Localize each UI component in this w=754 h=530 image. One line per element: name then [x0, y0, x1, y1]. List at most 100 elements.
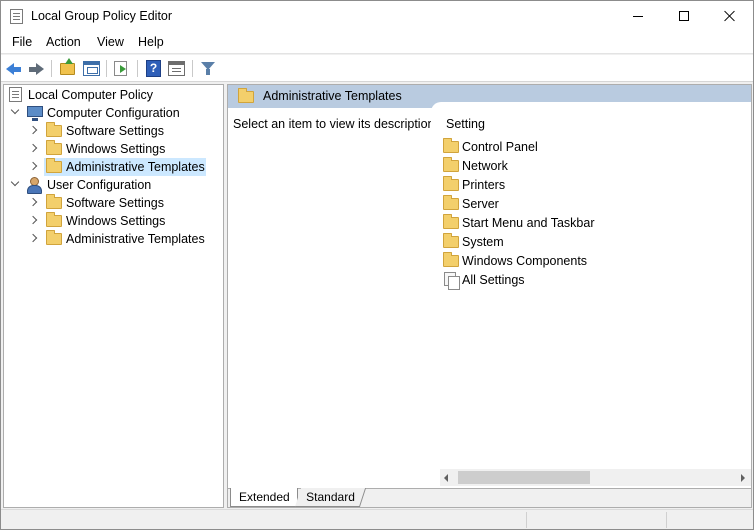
column-header-setting[interactable]: Setting: [446, 117, 485, 131]
minimize-icon: [633, 15, 643, 17]
tree-item-user-windows-settings[interactable]: Windows Settings: [4, 212, 219, 230]
list-item[interactable]: Network: [443, 157, 743, 176]
minimize-button[interactable]: [615, 1, 661, 31]
list-item[interactable]: Windows Components: [443, 252, 743, 271]
up-folder-icon: [60, 58, 75, 75]
menu-help[interactable]: Help: [136, 35, 166, 49]
folder-icon: [46, 158, 62, 173]
forward-arrow-icon: [29, 63, 44, 75]
details-header-title: Administrative Templates: [263, 89, 402, 103]
horizontal-scrollbar[interactable]: [440, 469, 751, 486]
list-item-label: Start Menu and Taskbar: [462, 216, 595, 230]
list-item-label: Control Panel: [462, 140, 538, 154]
window-title: Local Group Policy Editor: [31, 9, 173, 23]
export-list-icon: [114, 61, 127, 76]
show-hide-tree-icon: [83, 61, 100, 76]
tree-item-label: Windows Settings: [66, 214, 166, 228]
scroll-left-icon[interactable]: [444, 474, 448, 482]
tree-item-label: Local Computer Policy: [28, 88, 154, 102]
list-item[interactable]: All Settings: [443, 271, 743, 290]
folder-icon: [46, 194, 62, 209]
list-item-label: Server: [462, 197, 499, 211]
back-button[interactable]: [4, 58, 25, 79]
filter-icon: [201, 62, 215, 75]
tree-item-computer-configuration[interactable]: Computer Configuration: [4, 104, 219, 122]
chevron-right-icon[interactable]: [28, 161, 38, 171]
status-divider: [666, 512, 667, 528]
tree-item-label: Software Settings: [66, 196, 164, 210]
tree-item-user-software-settings[interactable]: Software Settings: [4, 194, 219, 212]
list-item[interactable]: Server: [443, 195, 743, 214]
tree-item-label: Administrative Templates: [66, 232, 205, 246]
tab-extended[interactable]: Extended: [230, 488, 298, 507]
description-area: Select an item to view its description.: [228, 108, 438, 498]
folder-icon: [443, 214, 459, 229]
close-button[interactable]: [707, 1, 753, 31]
chevron-right-icon[interactable]: [28, 143, 38, 153]
toolbar-separator: [192, 60, 193, 77]
folder-icon: [443, 157, 459, 172]
tab-label: Extended: [239, 490, 290, 504]
policy-icon: [9, 87, 22, 102]
chevron-right-icon[interactable]: [28, 215, 38, 225]
list-item[interactable]: Control Panel: [443, 138, 743, 157]
tree-item-computer-windows-settings[interactable]: Windows Settings: [4, 140, 219, 158]
scroll-right-icon[interactable]: [741, 474, 745, 482]
settings-list[interactable]: Setting Control Panel Network Printers S…: [431, 102, 751, 484]
all-settings-icon: [444, 272, 460, 290]
list-item-label: All Settings: [462, 273, 525, 287]
list-item[interactable]: System: [443, 233, 743, 252]
tree-item-user-administrative-templates[interactable]: Administrative Templates: [4, 230, 219, 248]
toolbar-separator: [137, 60, 138, 77]
folder-icon: [46, 122, 62, 137]
tree-item-user-configuration[interactable]: User Configuration: [4, 176, 219, 194]
list-item[interactable]: Start Menu and Taskbar: [443, 214, 743, 233]
view-tabs: Extended Standard: [228, 488, 751, 507]
folder-icon: [443, 252, 459, 267]
menu-view[interactable]: View: [95, 35, 126, 49]
forward-button[interactable]: [25, 58, 46, 79]
app-icon: [10, 9, 23, 24]
help-button[interactable]: ?: [143, 58, 164, 79]
description-text: Select an item to view its description.: [233, 117, 438, 131]
maximize-button[interactable]: [661, 1, 707, 31]
folder-icon: [443, 233, 459, 248]
chevron-down-icon[interactable]: [10, 105, 20, 115]
tree-item-local-computer-policy[interactable]: Local Computer Policy: [4, 86, 219, 104]
chevron-right-icon[interactable]: [28, 197, 38, 207]
tree-item-label: Computer Configuration: [47, 106, 180, 120]
menu-file[interactable]: File: [10, 35, 34, 49]
menu-action[interactable]: Action: [44, 35, 83, 49]
toolbar-separator: [51, 60, 52, 77]
show-hide-tree-button[interactable]: [81, 58, 102, 79]
tab-label: Standard: [306, 490, 355, 504]
tree-item-label: User Configuration: [47, 178, 152, 192]
filter-button[interactable]: [198, 58, 219, 79]
status-divider: [526, 512, 527, 528]
close-icon: [724, 10, 736, 22]
up-one-level-button[interactable]: [57, 58, 78, 79]
tree-item-computer-administrative-templates[interactable]: Administrative Templates: [4, 158, 219, 176]
tree-item-computer-software-settings[interactable]: Software Settings: [4, 122, 219, 140]
list-item-label: System: [462, 235, 504, 249]
tree-pane[interactable]: Local Computer Policy Computer Configura…: [3, 84, 224, 508]
chevron-down-icon[interactable]: [10, 177, 20, 187]
user-icon: [26, 177, 42, 194]
list-item[interactable]: Printers: [443, 176, 743, 195]
list-item-label: Printers: [462, 178, 506, 192]
details-pane: Administrative Templates Select an item …: [227, 84, 752, 508]
list-item-label: Network: [462, 159, 508, 173]
export-list-button[interactable]: [111, 58, 132, 79]
scrollbar-thumb[interactable]: [458, 471, 590, 484]
status-bar: [1, 509, 753, 529]
toolbar: ?: [1, 55, 753, 82]
back-arrow-icon: [6, 63, 21, 75]
chevron-right-icon[interactable]: [28, 233, 38, 243]
properties-button[interactable]: [166, 58, 187, 79]
folder-icon: [46, 230, 62, 245]
tab-standard[interactable]: Standard: [294, 488, 366, 507]
tree-item-label: Administrative Templates: [66, 160, 205, 174]
list-item-label: Windows Components: [462, 254, 588, 268]
chevron-right-icon[interactable]: [28, 125, 38, 135]
maximize-icon: [679, 11, 689, 21]
